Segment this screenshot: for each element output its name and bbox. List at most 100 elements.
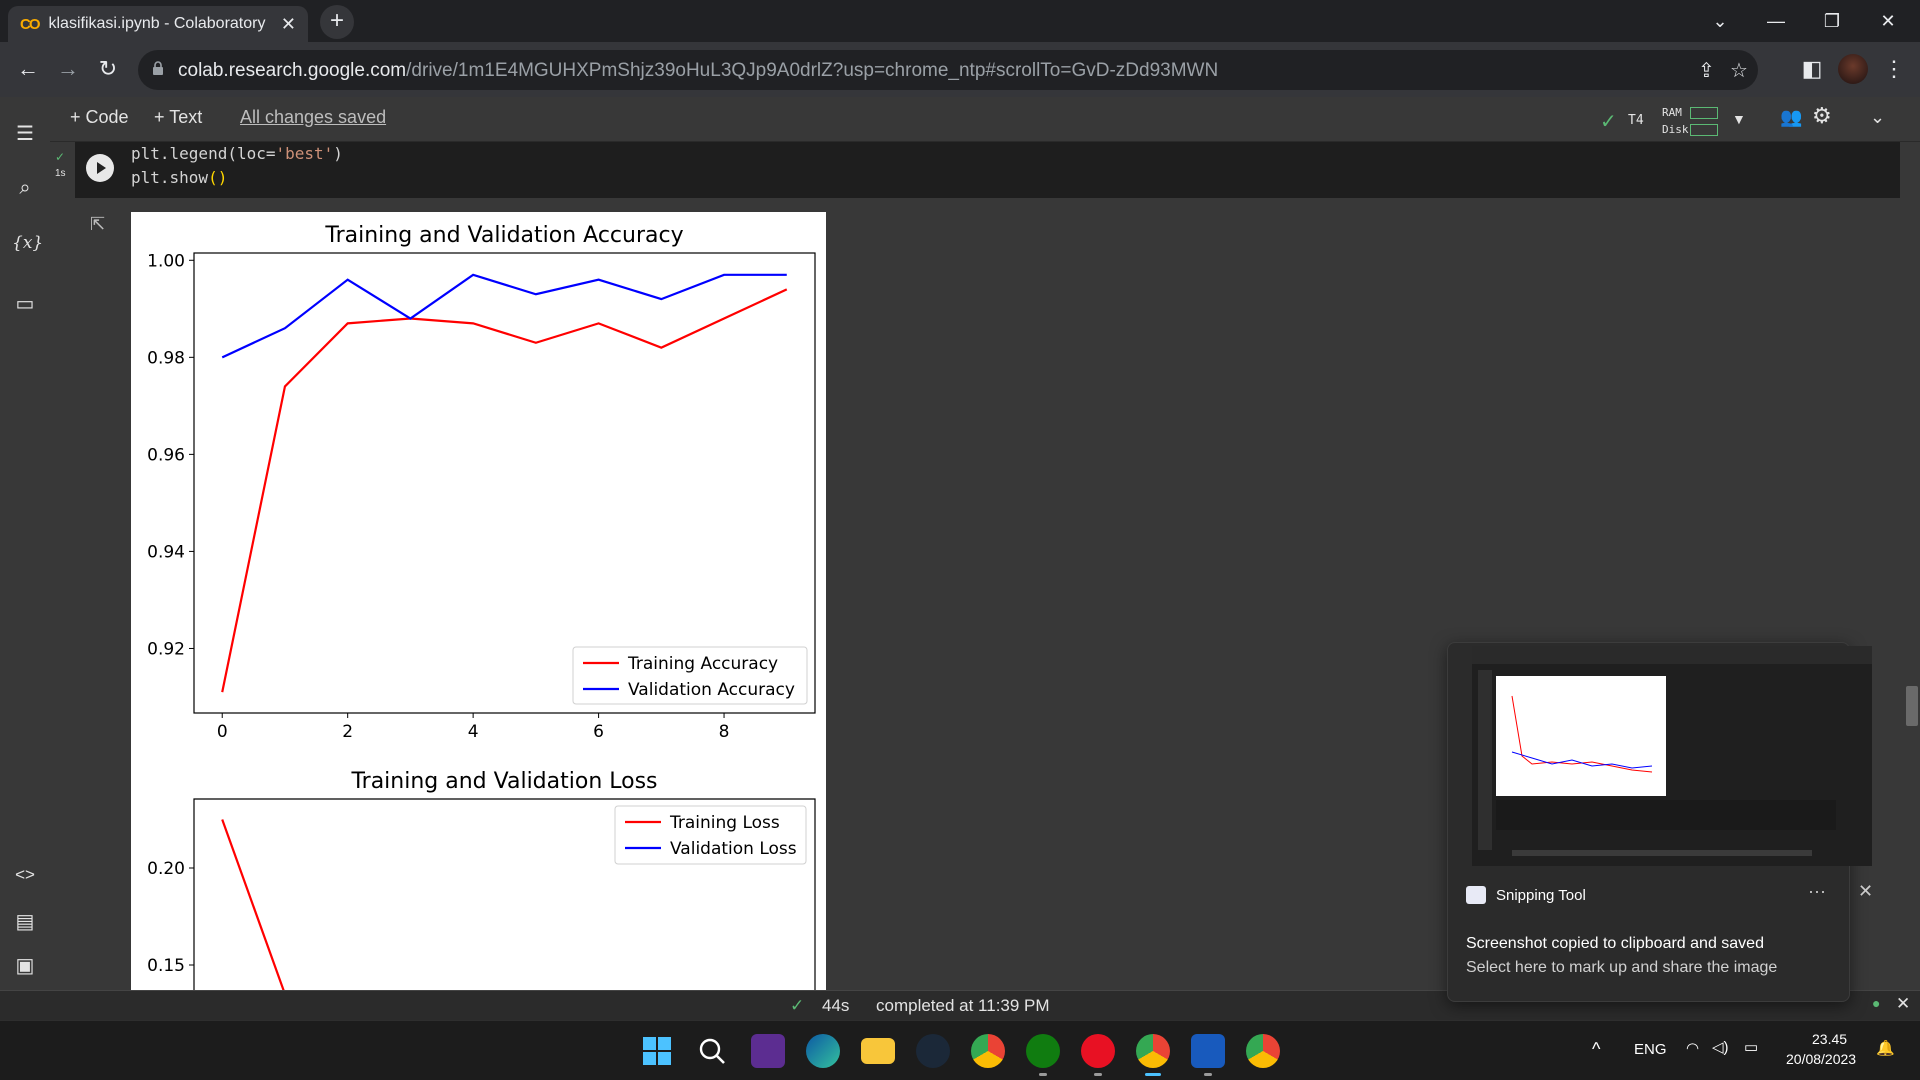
reload-icon[interactable]: ↻ xyxy=(92,54,124,86)
notification-close-button[interactable]: ✕ xyxy=(1858,881,1873,902)
url-path: /drive/1m1E4MGUHXPmShjz39oHuL3QJp9A0drlZ… xyxy=(406,60,1219,81)
close-status-icon[interactable]: ✕ xyxy=(1896,994,1910,1014)
tab-title: klasifikasi.ipynb - Colaboratory xyxy=(48,15,266,32)
runtime-status-button[interactable]: ✓ T4 RAM Disk xyxy=(1598,103,1726,137)
side-panel-icon[interactable]: ◧ xyxy=(1796,54,1828,86)
browser-tab[interactable]: CO klasifikasi.ipynb - Colaboratory ✕ xyxy=(8,6,308,42)
accuracy-legend-label: Training Accuracy xyxy=(627,654,778,674)
volume-icon[interactable]: ◁) xyxy=(1712,1038,1729,1056)
close-window-button[interactable]: ✕ xyxy=(1868,6,1908,36)
lock-icon xyxy=(153,61,163,75)
xbox-icon[interactable] xyxy=(1026,1034,1060,1068)
chrome-icon[interactable] xyxy=(971,1034,1005,1068)
taskbar-search-icon[interactable] xyxy=(695,1034,729,1068)
code-paren: () xyxy=(208,168,228,187)
word-icon[interactable] xyxy=(1191,1034,1225,1068)
loss-legend-label: Validation Loss xyxy=(670,839,797,859)
accuracy-y-tick-label: 1.00 xyxy=(147,251,185,271)
accuracy-x-tick-label: 2 xyxy=(342,722,353,742)
xbox-running-indicator xyxy=(1039,1073,1047,1076)
files-folder-icon[interactable]: ▭ xyxy=(12,291,38,317)
accuracy-y-tick-label: 0.94 xyxy=(147,542,185,562)
table-of-contents-icon[interactable]: ☰ xyxy=(12,121,38,147)
accuracy-chart-title: Training and Validation Accuracy xyxy=(324,223,683,248)
chrome-menu-icon[interactable]: ⋮ xyxy=(1878,54,1910,86)
terminal-icon[interactable]: ▣ xyxy=(12,953,38,979)
screenshot-thumbnail[interactable] xyxy=(1472,646,1872,866)
variables-icon[interactable]: {x} xyxy=(12,233,43,259)
forward-arrow-icon[interactable]: → xyxy=(52,54,84,86)
code-snippets-icon[interactable]: <> xyxy=(12,865,38,891)
tab-close-icon[interactable]: ✕ xyxy=(281,14,296,35)
connection-dot-icon: ● xyxy=(1872,995,1881,1011)
code-string: 'best' xyxy=(275,144,334,163)
colab-logo-icon: CO xyxy=(20,15,40,33)
output-actions-icon[interactable]: ⇱ xyxy=(90,214,105,235)
snipping-tool-notification[interactable]: Snipping Tool ··· ✕ Screenshot copied to… xyxy=(1447,642,1873,1002)
file-explorer-icon[interactable] xyxy=(861,1038,895,1064)
browser-tab-strip: CO klasifikasi.ipynb - Colaboratory ✕ + … xyxy=(0,0,1920,42)
restore-button[interactable]: ❐ xyxy=(1812,6,1852,36)
settings-gear-icon[interactable]: ⚙ xyxy=(1812,103,1832,129)
chrome-active-indicator xyxy=(1145,1073,1161,1076)
app-red-running-indicator xyxy=(1094,1073,1102,1076)
loss-y-tick-label: 0.15 xyxy=(147,956,185,976)
start-windows-icon[interactable] xyxy=(640,1034,674,1068)
bookmark-star-icon[interactable]: ☆ xyxy=(1730,58,1748,83)
connected-check-icon: ✓ xyxy=(1600,111,1617,133)
accuracy-axes-frame xyxy=(193,252,816,714)
app-icon-red[interactable] xyxy=(1081,1034,1115,1068)
add-code-button[interactable]: + Code xyxy=(70,107,129,128)
code-editor[interactable]: plt.legend(loc='best') plt.show() xyxy=(131,142,343,190)
code-cell[interactable]: plt.legend(loc='best') plt.show() xyxy=(75,142,1900,198)
runtime-dropdown-icon[interactable]: ▼ xyxy=(1732,111,1746,127)
collapse-chevron-icon[interactable]: ⌄ xyxy=(1870,107,1885,128)
notification-bell-icon[interactable]: 🔔 xyxy=(1876,1039,1895,1057)
share-icon[interactable]: ⇪ xyxy=(1698,58,1715,83)
code-token: plt.show xyxy=(131,168,209,187)
save-status-link[interactable]: All changes saved xyxy=(240,107,386,128)
ram-label: RAM xyxy=(1662,106,1682,119)
wifi-icon[interactable]: ◠ xyxy=(1686,1039,1699,1057)
url-host: colab.research.google.com xyxy=(178,60,407,81)
address-bar[interactable]: colab.research.google.com/drive/1m1E4MGU… xyxy=(138,50,1758,90)
snipping-tool-icon xyxy=(1466,886,1486,904)
profile-avatar[interactable] xyxy=(1838,54,1868,84)
accuracy-y-tick-label: 0.96 xyxy=(147,445,185,465)
minimize-button[interactable]: — xyxy=(1756,6,1796,36)
loss-legend-label: Training Loss xyxy=(669,813,780,833)
code-token: plt.legend(loc= xyxy=(131,144,276,163)
language-indicator[interactable]: ENG xyxy=(1634,1041,1667,1058)
notification-subtext: Select here to mark up and share the ima… xyxy=(1466,959,1778,976)
cell-exec-time: 1s xyxy=(55,168,66,179)
accuracy-x-tick-label: 8 xyxy=(719,722,730,742)
edge-browser-icon[interactable] xyxy=(806,1034,840,1068)
run-cell-button[interactable] xyxy=(86,154,114,182)
steam-icon[interactable] xyxy=(916,1034,950,1068)
clock-date[interactable]: 20/08/2023 xyxy=(1786,1051,1856,1067)
search-icon[interactable]: ⌕ xyxy=(12,177,38,203)
accuracy-y-tick-label: 0.98 xyxy=(147,348,185,368)
loss-y-tick-label: 0.20 xyxy=(147,859,185,879)
left-sidebar: ☰ ⌕ {x} ▭ <> ▤ ▣ xyxy=(0,97,50,990)
status-duration: 44s xyxy=(822,996,850,1015)
clock-time[interactable]: 23.45 xyxy=(1812,1031,1847,1047)
add-text-button[interactable]: + Text xyxy=(154,107,202,128)
command-palette-icon[interactable]: ▤ xyxy=(12,909,38,935)
word-running-indicator xyxy=(1204,1073,1212,1076)
tab-search-icon[interactable]: ⌄ xyxy=(1700,6,1740,36)
battery-icon[interactable]: ▭ xyxy=(1744,1038,1758,1056)
tray-overflow-chevron-icon[interactable]: ^ xyxy=(1592,1039,1600,1060)
windows-taskbar: ^ ENG ◠ ◁) ▭ 23.45 20/08/2023 🔔 xyxy=(0,1020,1920,1080)
scrollbar-thumb[interactable] xyxy=(1906,686,1918,726)
training-loss-line xyxy=(221,819,285,990)
ram-meter xyxy=(1690,107,1718,119)
new-tab-button[interactable]: + xyxy=(320,5,354,39)
notification-more-button[interactable]: ··· xyxy=(1808,881,1826,902)
back-arrow-icon[interactable]: ← xyxy=(12,54,44,86)
app-icon-purple[interactable] xyxy=(751,1034,785,1068)
loss-chart-title: Training and Validation Loss xyxy=(350,769,657,794)
chrome-profile-icon[interactable] xyxy=(1136,1034,1170,1068)
chrome-icon-2[interactable] xyxy=(1246,1034,1280,1068)
share-people-icon[interactable]: 👥 xyxy=(1780,107,1802,128)
